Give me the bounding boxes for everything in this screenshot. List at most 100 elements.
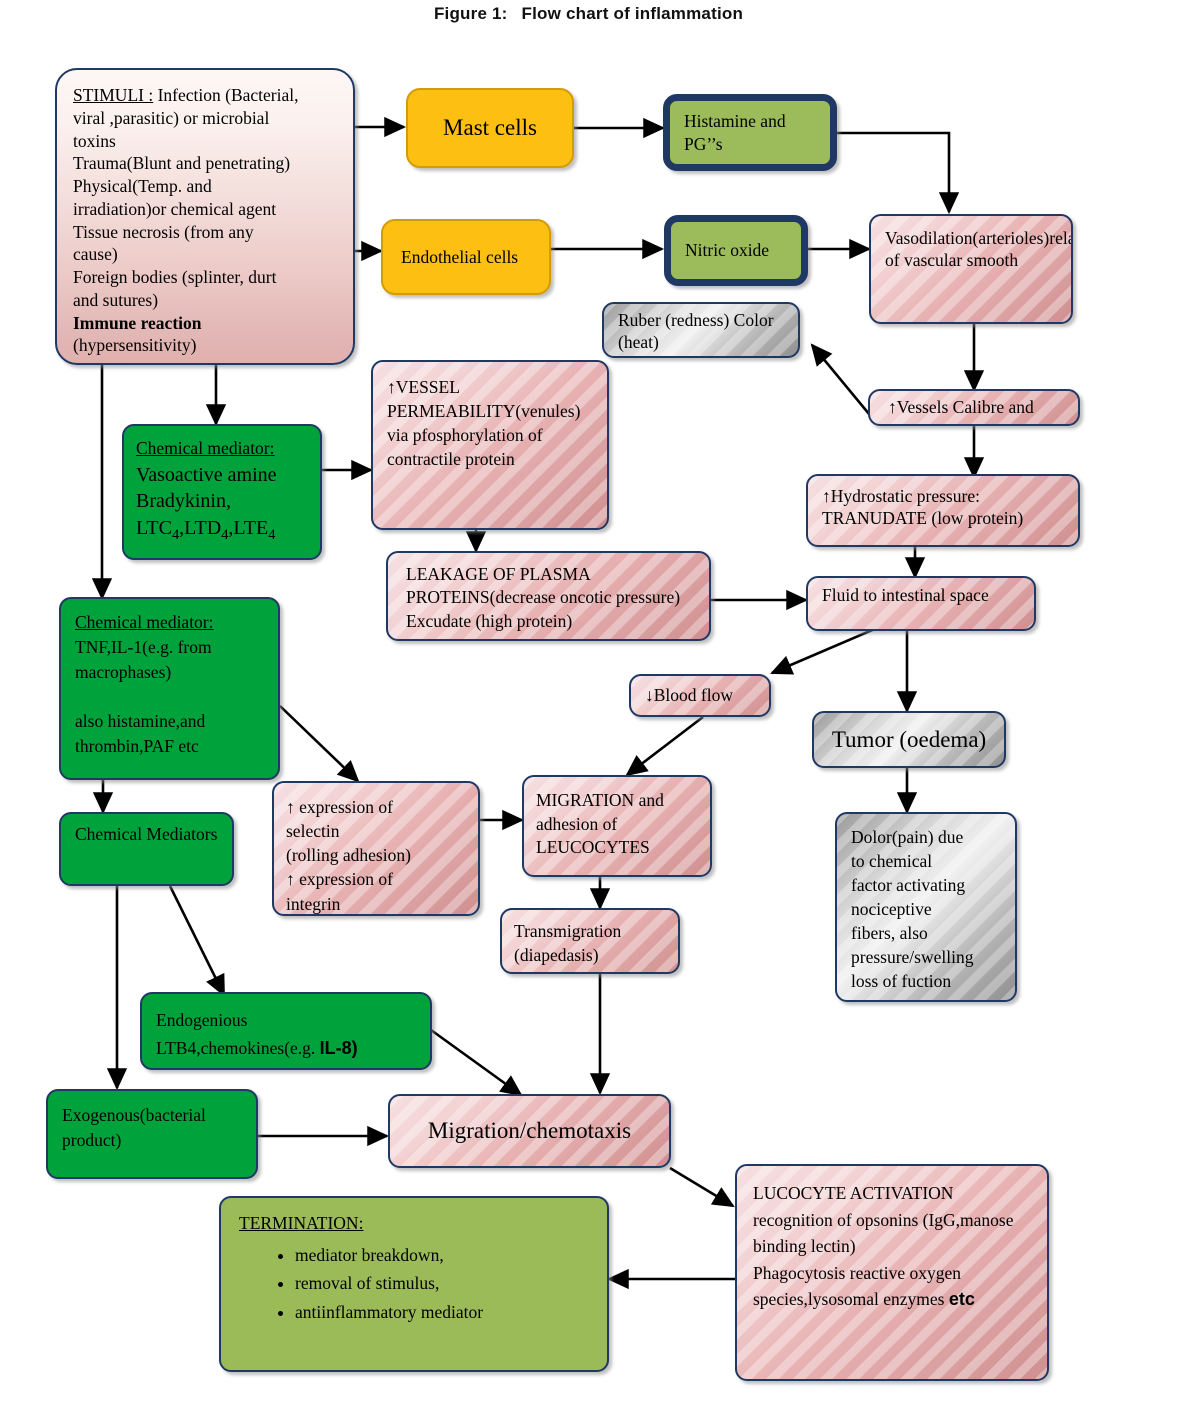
chem-mediator-tnf-line3: also histamine,and <box>75 711 206 732</box>
stimuli-line-8: Foreign bodies (splinter, durt <box>73 267 277 287</box>
chem-mediator-vaso-lte: ,LTE <box>228 516 269 539</box>
flowchart-canvas: Figure 1: Flow chart of inflammation STI… <box>0 0 1177 1409</box>
node-ruber[interactable]: Ruber (redness) Color (heat) <box>602 302 800 358</box>
stimuli-line-3: Trauma(Blunt and penetrating) <box>73 153 291 174</box>
node-hydrostatic-pressure[interactable]: ↑Hydrostatic pressure: TRANUDATE (low pr… <box>806 474 1080 547</box>
stimuli-line-9: and sutures) <box>73 289 159 310</box>
lucocyte-etc: etc <box>948 1289 975 1310</box>
stimuli-line-4: Physical(Temp. and <box>73 176 212 196</box>
edge-fluid-to-blood-flow <box>770 626 878 675</box>
stimuli-heading: STIMULI : <box>73 85 154 105</box>
stimuli-line-6: Tissue necrosis (from any <box>73 221 254 242</box>
termination-item: mediator breakdown, <box>295 1244 597 1266</box>
node-migration-adhesion-leucocytes[interactable]: MIGRATION and adhesion of LEUCOCYTES <box>522 775 712 877</box>
edge-tnf-to-selectin <box>279 705 360 783</box>
lucocyte-line2: recognition of opsonins (IgG,manose <box>753 1209 1014 1230</box>
exogenous-label: Exogenous(bacterial product) <box>62 1105 206 1151</box>
edge-histamine-to-vasodilation <box>837 131 960 215</box>
chemical-mediators-label: Chemical Mediators <box>75 824 218 844</box>
vessels-calibre-label: ↑Vessels Calibre and <box>888 397 1034 418</box>
chem-mediator-vaso-line2: Bradykinin, <box>136 490 231 513</box>
blood-flow-label: ↓Blood flow <box>645 685 733 706</box>
selectin-line5: integrin <box>286 893 341 914</box>
node-leakage-plasma-proteins[interactable]: LEAKAGE OF PLASMA PROTEINS(decrease onco… <box>386 551 711 641</box>
selectin-line4: ↑ expression of <box>286 869 393 890</box>
node-chemical-mediators[interactable]: Chemical Mediators <box>59 812 234 886</box>
lucocyte-line4: Phagocytosis reactive oxygen <box>753 1262 962 1283</box>
vessel-permeability-label: ↑VESSEL PERMEABILITY(venules) via pfosph… <box>387 377 581 470</box>
edge-chemical-mediators-to-endogenious <box>168 885 226 997</box>
endogenious-line1: Endogenious <box>156 1010 248 1030</box>
histamine-label: Histamine and PG’’s <box>684 111 786 154</box>
node-mast-cells[interactable]: Mast cells <box>406 88 574 168</box>
node-vessel-permeability[interactable]: ↑VESSEL PERMEABILITY(venules) via pfosph… <box>371 360 609 530</box>
node-endogenious[interactable]: Endogenious LTB4,chemokines(e.g. IL-8) <box>140 992 432 1070</box>
dolor-line7: loss of fuction <box>851 970 952 991</box>
termination-heading: TERMINATION: <box>239 1213 364 1233</box>
chem-mediator-vaso-line1: Vasoactive amine <box>136 463 277 486</box>
stimuli-line-7: cause) <box>73 244 118 265</box>
endothelial-cells-label: Endothelial cells <box>401 246 519 267</box>
chem-mediator-vaso-ltc: LTC <box>136 516 172 539</box>
node-blood-flow[interactable]: ↓Blood flow <box>629 674 771 717</box>
stimuli-line-2: toxins <box>73 130 116 151</box>
node-fluid-interstitial-space[interactable]: Fluid to intestinal space <box>806 576 1036 631</box>
node-stimuli[interactable]: STIMULI : Infection (Bacterial, viral ,p… <box>55 68 355 365</box>
stimuli-immune-bold: reaction <box>140 312 202 333</box>
node-selectin-integrin[interactable]: ↑ expression of selectin (rolling adhesi… <box>272 781 480 916</box>
hydrostatic-label: ↑Hydrostatic pressure: TRANUDATE (low pr… <box>822 486 1024 529</box>
node-transmigration[interactable]: Transmigration (diapedasis) <box>500 908 680 974</box>
dolor-line5: fibers, also <box>851 922 928 943</box>
dolor-line2: to chemical <box>851 850 933 871</box>
tumor-label: Tumor (oedema) <box>831 726 987 752</box>
dolor-line4: nociceptive <box>851 898 932 919</box>
chem-mediator-tnf-line1: TNF,IL-1(e.g. from <box>75 636 212 657</box>
termination-list: mediator breakdown, removal of stimulus,… <box>273 1244 597 1323</box>
stimuli-immune-prefix: Immune <box>73 312 141 333</box>
leakage-label: LEAKAGE OF PLASMA PROTEINS(decrease onco… <box>406 564 681 631</box>
chem-mediator-vaso-ltd: ,LTD <box>179 516 222 539</box>
node-chem-mediator-tnf[interactable]: Chemical mediator: TNF,IL-1(e.g. from ma… <box>59 597 280 780</box>
termination-item: removal of stimulus, <box>295 1272 597 1294</box>
node-termination[interactable]: TERMINATION: mediator breakdown, removal… <box>219 1196 609 1372</box>
figure-caption: Figure 1: Flow chart of inflammation <box>0 4 1177 24</box>
termination-item: antiinflammatory mediator <box>295 1301 597 1323</box>
edge-vessels-calibre-to-ruber <box>810 343 876 421</box>
dolor-line6: pressure/swelling <box>851 946 974 967</box>
vasodilation-label: Vasodilation(arterioles)relaxation of va… <box>885 228 1071 271</box>
ruber-label: Ruber (redness) Color (heat) <box>618 310 774 353</box>
stimuli-line-0: Infection (Bacterial, <box>153 85 299 105</box>
edge-chemotaxis-to-lucocyte <box>669 1166 735 1208</box>
edge-endogenious-to-chemotaxis <box>430 1028 523 1097</box>
node-vasodilation[interactable]: Vasodilation(arterioles)relaxation of va… <box>869 214 1073 324</box>
selectin-line2: selectin <box>286 821 340 842</box>
node-chem-mediator-vaso[interactable]: Chemical mediator: Vasoactive amine Brad… <box>122 424 322 560</box>
node-vessels-calibre[interactable]: ↑Vessels Calibre and <box>868 389 1080 426</box>
figure-title: Flow chart of inflammation <box>521 4 744 23</box>
migration-adhesion-label: MIGRATION and adhesion of LEUCOCYTES <box>536 790 664 858</box>
selectin-line3: (rolling adhesion) <box>286 845 411 866</box>
selectin-line1: ↑ expression of <box>286 797 393 817</box>
dolor-line3: factor activating <box>851 874 966 895</box>
migration-chemotaxis-label: Migration/chemotaxis <box>427 1118 632 1144</box>
node-migration-chemotaxis[interactable]: Migration/chemotaxis <box>388 1094 671 1168</box>
node-dolor-pain[interactable]: Dolor(pain) due to chemical factor activ… <box>835 812 1017 1002</box>
fluid-label: Fluid to intestinal space <box>822 585 989 605</box>
node-endothelial-cells[interactable]: Endothelial cells <box>381 219 551 295</box>
lucocyte-line5-a: species,lysosomal enzymes <box>753 1289 949 1310</box>
chem-mediator-vaso-heading: Chemical mediator: <box>136 438 275 458</box>
chem-mediator-tnf-line4: thrombin,PAF etc <box>75 736 199 757</box>
node-lucocyte-activation[interactable]: LUCOCYTE ACTIVATION recognition of opson… <box>735 1164 1049 1381</box>
chem-mediator-tnf-heading: Chemical mediator: <box>75 612 214 632</box>
stimuli-immune-tail: (hypersensitivity) <box>73 335 197 356</box>
node-nitric-oxide[interactable]: Nitric oxide <box>664 215 808 286</box>
lucocyte-line3: binding lectin) <box>753 1236 856 1257</box>
node-exogenous[interactable]: Exogenous(bacterial product) <box>46 1089 258 1179</box>
node-histamine[interactable]: Histamine and PG’’s <box>663 94 837 171</box>
edge-blood-flow-to-migration <box>625 715 704 777</box>
endogenious-line2-a: LTB4,chemokines(e.g. <box>156 1038 320 1059</box>
transmigration-label: Transmigration (diapedasis) <box>514 921 622 965</box>
endogenious-il8: IL-8) <box>319 1038 358 1059</box>
node-tumor-oedema[interactable]: Tumor (oedema) <box>812 711 1006 768</box>
dolor-line1: Dolor(pain) due <box>851 827 964 847</box>
